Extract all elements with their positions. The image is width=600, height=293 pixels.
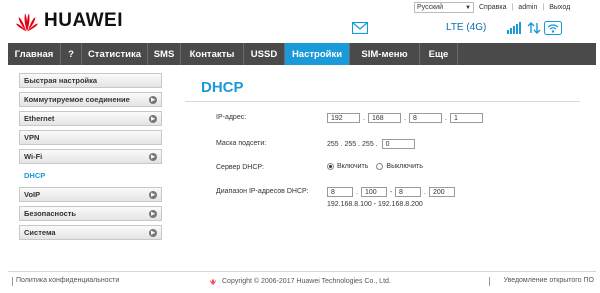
copyright: Copyright © 2006-2017 Huawei Technologie… [208, 277, 391, 286]
sidebar-item-quick-setup[interactable]: Быстрая настройка [19, 73, 162, 88]
dhcp-range-summary: 192.168.8.100 - 192.168.8.200 [327, 201, 423, 208]
nav-settings[interactable]: Настройки [285, 43, 350, 65]
ip-octet-3-input[interactable]: 8 [409, 113, 442, 123]
sidebar-item-dhcp[interactable]: DHCP [19, 168, 162, 183]
data-transfer-icon [527, 22, 541, 34]
dhcp-enable-label: Включить [337, 163, 369, 170]
mail-icon[interactable] [352, 22, 368, 34]
nav-home[interactable]: Главная [8, 43, 61, 65]
privacy-policy-link[interactable]: Политика конфиденциальности [16, 277, 119, 284]
subnet-mask-fixed: 255 . 255 . 255 . [327, 140, 378, 148]
ip-address-label: IP-адрес: [216, 114, 247, 121]
nav-sim-menu[interactable]: SIM-меню [350, 43, 420, 65]
dhcp-enable-radio[interactable] [327, 163, 334, 170]
ip-address-fields: 192 . 168 . 8 . 1 [327, 113, 483, 123]
top-links: Русский ▼ Справка | admin | Выход [414, 2, 570, 13]
sidebar-item-ethernet[interactable]: Ethernet ▶ [19, 111, 162, 126]
subnet-mask-label: Маска подсети: [216, 140, 267, 147]
network-type: LTE (4G) [446, 22, 487, 33]
settings-sidebar: Быстрая настройка Коммутируемое соединен… [19, 73, 162, 244]
dhcp-range-fields: 8 . 100 - 8 . 200 [327, 187, 455, 197]
huawei-flower-icon [15, 13, 39, 32]
ip-octet-1-input[interactable]: 192 [327, 113, 360, 123]
signal-strength-icon [507, 22, 521, 34]
range-start-octet-3-input[interactable]: 8 [327, 187, 353, 197]
chevron-right-icon: ▶ [149, 228, 157, 237]
subnet-mask-last-input[interactable]: 0 [381, 139, 415, 149]
nav-statistics[interactable]: Статистика [82, 43, 148, 65]
language-select[interactable]: Русский ▼ [414, 2, 474, 13]
nav-contacts[interactable]: Контакты [181, 43, 244, 65]
nav-help[interactable]: ? [61, 43, 82, 65]
dhcp-panel: DHCP IP-адрес: 192 . 168 . 8 . 1 Маска п… [185, 71, 590, 208]
footer-divider [8, 271, 596, 272]
subnet-mask-fields: 255 . 255 . 255 . 0 [327, 139, 415, 149]
page-title: DHCP [201, 79, 244, 96]
nav-ussd[interactable]: USSD [244, 43, 285, 65]
sidebar-item-voip[interactable]: VoIP ▶ [19, 187, 162, 202]
ip-octet-4-input[interactable]: 1 [450, 113, 483, 123]
chevron-right-icon: ▶ [149, 209, 157, 218]
open-source-notice-link[interactable]: Уведомление открытого ПО [504, 277, 594, 284]
nav-sms[interactable]: SMS [148, 43, 181, 65]
sidebar-item-system[interactable]: Система ▶ [19, 225, 162, 240]
nav-more[interactable]: Еще [420, 43, 458, 65]
chevron-right-icon: ▶ [149, 114, 157, 123]
dhcp-server-options: Включить Выключить [327, 163, 423, 170]
logout-link[interactable]: Выход [549, 4, 570, 11]
sidebar-item-dialup[interactable]: Коммутируемое соединение ▶ [19, 92, 162, 107]
chevron-right-icon: ▶ [149, 95, 157, 104]
range-end-octet-3-input[interactable]: 8 [395, 187, 421, 197]
dhcp-disable-radio[interactable] [376, 163, 384, 170]
dhcp-disable-label: Выключить [386, 163, 423, 170]
chevron-right-icon: ▶ [149, 152, 157, 161]
ip-octet-2-input[interactable]: 168 [368, 113, 401, 123]
dhcp-server-label: Сервер DHCP: [216, 164, 264, 171]
user-name: admin [518, 4, 538, 11]
sidebar-item-vpn[interactable]: VPN [19, 130, 162, 145]
sidebar-item-security[interactable]: Безопасность ▶ [19, 206, 162, 221]
range-end-octet-4-input[interactable]: 200 [429, 187, 455, 197]
sidebar-item-wifi[interactable]: Wi-Fi ▶ [19, 149, 162, 164]
chevron-down-icon: ▼ [465, 4, 471, 11]
range-start-octet-4-input[interactable]: 100 [361, 187, 387, 197]
wifi-icon [544, 21, 562, 35]
title-divider [185, 101, 580, 102]
huawei-logo: HUAWEI [14, 8, 123, 34]
help-link[interactable]: Справка [479, 4, 506, 11]
huawei-flower-icon [210, 278, 216, 286]
brand-name: HUAWEI [44, 10, 123, 31]
main-nav: Главная ? Статистика SMS Контакты USSD Н… [8, 43, 596, 65]
chevron-right-icon: ▶ [149, 190, 157, 199]
dhcp-range-label: Диапазон IP-адресов DHCP: [216, 188, 309, 195]
status-bar: LTE (4G) [352, 20, 592, 36]
